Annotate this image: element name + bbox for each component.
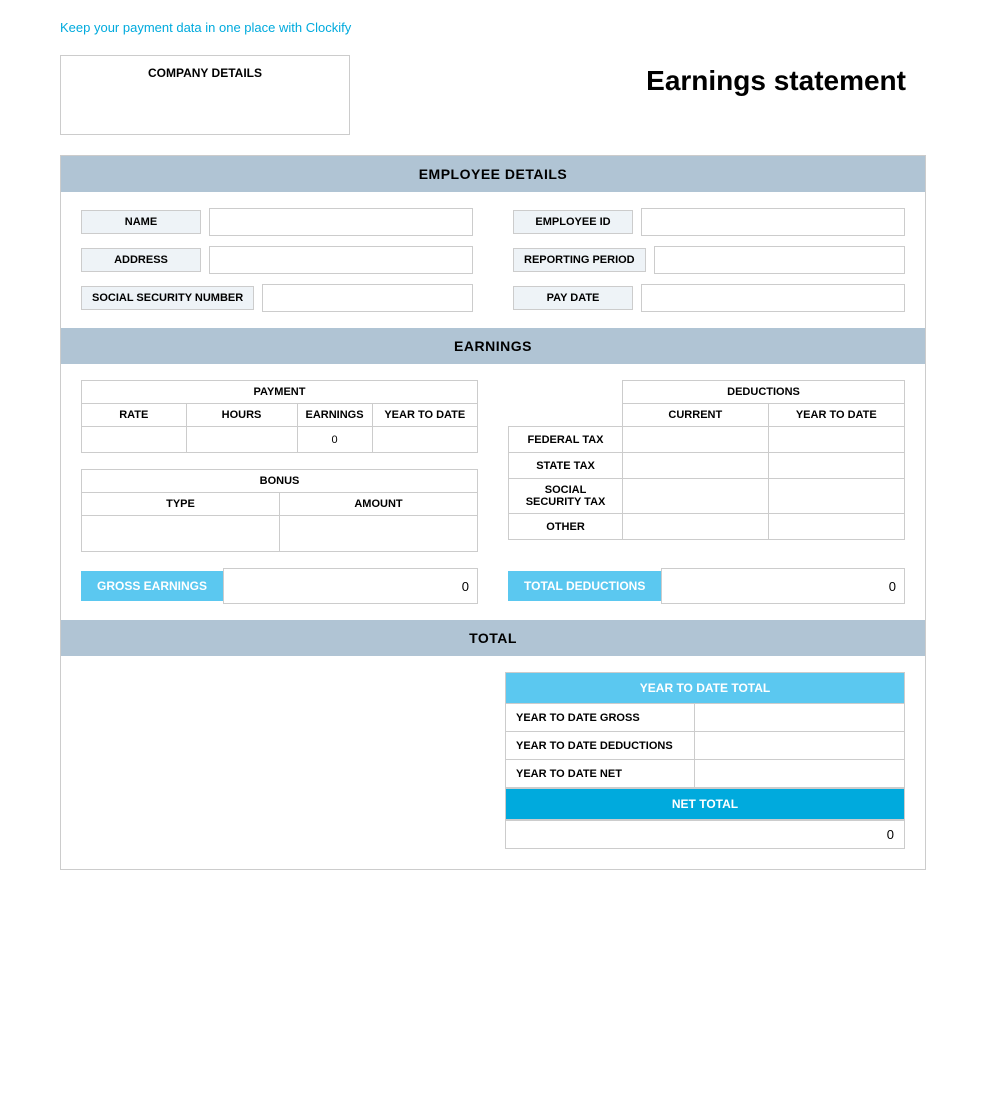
deductions-table: DEDUCTIONS CURRENT YEAR TO DATE FEDERAL …: [508, 380, 905, 540]
name-label: NAME: [81, 210, 201, 234]
table-row: STATE TAX: [509, 453, 905, 479]
payment-rate-header: RATE: [82, 404, 187, 427]
bonus-section: BONUS TYPE AMOUNT: [81, 469, 478, 552]
employee-details-header: EMPLOYEE DETAILS: [61, 156, 925, 192]
ytd-gross-label: YEAR TO DATE GROSS: [506, 704, 695, 732]
payment-hours-cell[interactable]: [186, 427, 297, 453]
gross-earnings-label: GROSS EARNINGS: [81, 571, 223, 601]
ytd-deductions-value[interactable]: [694, 732, 904, 760]
table-row: [82, 516, 478, 552]
employee-details-section: NAME ADDRESS SOCIAL SECURITY NUMBER: [61, 192, 925, 328]
table-row: OTHER: [509, 514, 905, 540]
table-row: FEDERAL TAX: [509, 427, 905, 453]
ytd-table: YEAR TO DATE TOTAL YEAR TO DATE GROSS YE…: [505, 672, 905, 788]
table-row: YEAR TO DATE DEDUCTIONS: [506, 732, 905, 760]
main-card: EMPLOYEE DETAILS NAME ADDRESS SOCIAL SEC…: [60, 155, 926, 870]
reporting-period-input[interactable]: [654, 246, 905, 274]
deductions-label-header: [509, 404, 623, 427]
bonus-title: BONUS: [82, 470, 478, 493]
earnings-section: PAYMENT RATE HOURS EARNINGS YEAR TO DATE: [61, 364, 925, 620]
address-label: ADDRESS: [81, 248, 201, 272]
address-input[interactable]: [209, 246, 473, 274]
table-row: SOCIAL SECURITY TAX: [509, 479, 905, 514]
company-details-label: COMPANY DETAILS: [71, 66, 339, 80]
payment-earnings-cell: 0: [297, 427, 372, 453]
net-total-label: NET TOTAL: [505, 788, 905, 820]
pay-date-label: PAY DATE: [513, 286, 633, 310]
bonus-type-cell[interactable]: [82, 516, 280, 552]
payment-rate-cell[interactable]: [82, 427, 187, 453]
ytd-net-value[interactable]: [694, 760, 904, 788]
bonus-table: BONUS TYPE AMOUNT: [81, 469, 478, 552]
company-details-box: COMPANY DETAILS: [60, 55, 350, 135]
other-current[interactable]: [623, 514, 769, 540]
payment-ytd-cell[interactable]: [372, 427, 477, 453]
clockify-link[interactable]: Keep your payment data in one place with…: [60, 20, 351, 35]
employee-id-input[interactable]: [641, 208, 905, 236]
state-tax-label: STATE TAX: [509, 453, 623, 479]
payment-table: PAYMENT RATE HOURS EARNINGS YEAR TO DATE: [81, 380, 478, 453]
reporting-period-label: REPORTING PERIOD: [513, 248, 646, 272]
deductions-ytd-header: YEAR TO DATE: [768, 404, 904, 427]
state-tax-ytd[interactable]: [768, 453, 904, 479]
ytd-total-header: YEAR TO DATE TOTAL: [506, 673, 905, 704]
total-deductions-value: 0: [661, 568, 905, 604]
payment-title: PAYMENT: [82, 381, 478, 404]
other-label: OTHER: [509, 514, 623, 540]
earnings-header: EARNINGS: [61, 328, 925, 364]
other-ytd[interactable]: [768, 514, 904, 540]
bonus-type-header: TYPE: [82, 493, 280, 516]
pay-date-input[interactable]: [641, 284, 905, 312]
total-deductions-label: TOTAL DEDUCTIONS: [508, 571, 661, 601]
total-section: YEAR TO DATE TOTAL YEAR TO DATE GROSS YE…: [61, 656, 925, 869]
page-title: Earnings statement: [646, 55, 926, 97]
federal-tax-label: FEDERAL TAX: [509, 427, 623, 453]
payment-ytd-header: YEAR TO DATE: [372, 404, 477, 427]
federal-tax-ytd[interactable]: [768, 427, 904, 453]
payment-earnings-header: EARNINGS: [297, 404, 372, 427]
ytd-gross-value[interactable]: [694, 704, 904, 732]
table-row: 0: [82, 427, 478, 453]
deductions-spacer: [509, 381, 623, 404]
state-tax-current[interactable]: [623, 453, 769, 479]
bonus-amount-header: AMOUNT: [280, 493, 478, 516]
gross-earnings-value: 0: [223, 568, 478, 604]
table-row: YEAR TO DATE NET: [506, 760, 905, 788]
social-security-label: SOCIAL SECURITY TAX: [509, 479, 623, 514]
deductions-title: DEDUCTIONS: [623, 381, 905, 404]
employee-id-label: EMPLOYEE ID: [513, 210, 633, 234]
ytd-net-label: YEAR TO DATE NET: [506, 760, 695, 788]
bonus-amount-cell[interactable]: [280, 516, 478, 552]
total-header: TOTAL: [61, 620, 925, 656]
payment-hours-header: HOURS: [186, 404, 297, 427]
ssn-input[interactable]: [262, 284, 473, 312]
social-security-ytd[interactable]: [768, 479, 904, 514]
name-input[interactable]: [209, 208, 473, 236]
ytd-deductions-label: YEAR TO DATE DEDUCTIONS: [506, 732, 695, 760]
ytd-container: YEAR TO DATE TOTAL YEAR TO DATE GROSS YE…: [505, 672, 905, 849]
social-security-current[interactable]: [623, 479, 769, 514]
federal-tax-current[interactable]: [623, 427, 769, 453]
net-total-value: 0: [505, 820, 905, 849]
table-row: YEAR TO DATE GROSS: [506, 704, 905, 732]
deductions-current-header: CURRENT: [623, 404, 769, 427]
ssn-label: SOCIAL SECURITY NUMBER: [81, 286, 254, 310]
